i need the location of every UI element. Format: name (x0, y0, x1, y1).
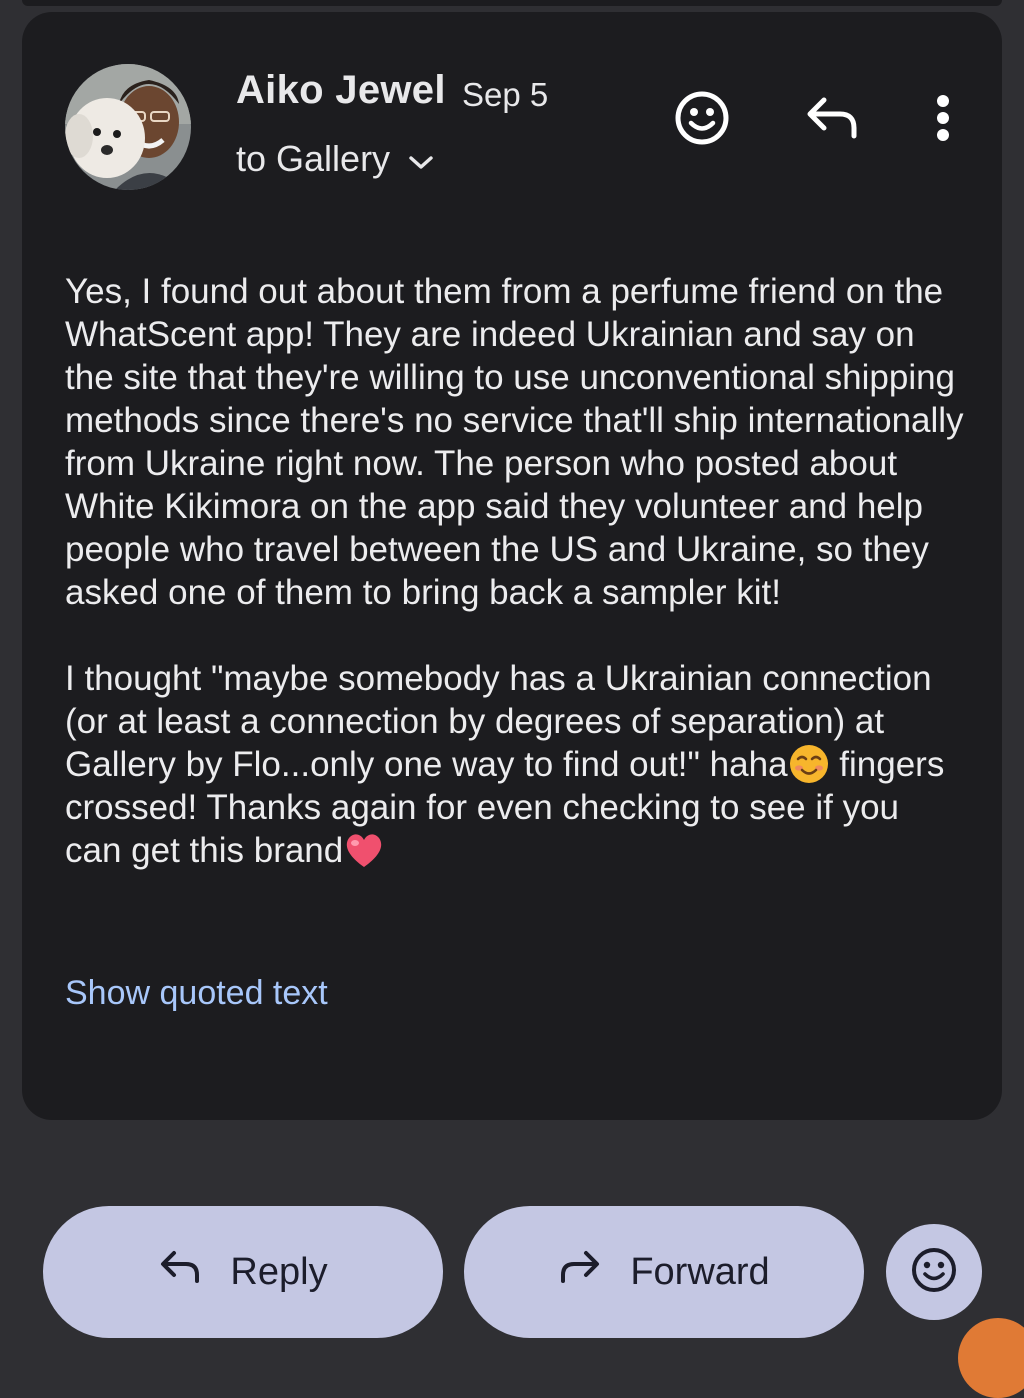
body-paragraph: I thought "maybe somebody has a Ukrainia… (65, 657, 965, 872)
message-card: Aiko Jewel Sep 5 to Gallery Yes, I found… (22, 12, 1002, 1120)
reply-label: Reply (230, 1250, 328, 1293)
recipient-details-toggle[interactable]: to Gallery (236, 138, 434, 180)
heart-emoji-icon (343, 829, 385, 871)
sender-name[interactable]: Aiko Jewel (236, 68, 446, 113)
recipient-line: to Gallery (236, 138, 391, 179)
forward-button[interactable]: Forward (464, 1206, 864, 1338)
more-vert-icon[interactable] (911, 86, 975, 150)
add-reaction-button[interactable] (886, 1224, 982, 1320)
reply-icon (158, 1248, 202, 1296)
message-body: Yes, I found out about them from a perfu… (65, 270, 965, 872)
smiling-face-emoji-icon (788, 743, 830, 785)
reply-button[interactable]: Reply (43, 1206, 443, 1338)
forward-icon (558, 1248, 602, 1296)
compose-fab-edge[interactable] (958, 1318, 1024, 1398)
previous-message-edge (22, 0, 1002, 6)
show-quoted-text-link[interactable]: Show quoted text (65, 974, 328, 1013)
reply-icon[interactable] (800, 86, 864, 150)
chevron-down-icon (408, 138, 434, 180)
message-date: Sep 5 (462, 76, 549, 113)
add-reaction-icon[interactable] (670, 86, 734, 150)
add-reaction-icon (910, 1246, 958, 1299)
body-paragraph: Yes, I found out about them from a perfu… (65, 272, 964, 612)
sender-avatar[interactable] (65, 64, 191, 190)
forward-label: Forward (630, 1250, 770, 1293)
